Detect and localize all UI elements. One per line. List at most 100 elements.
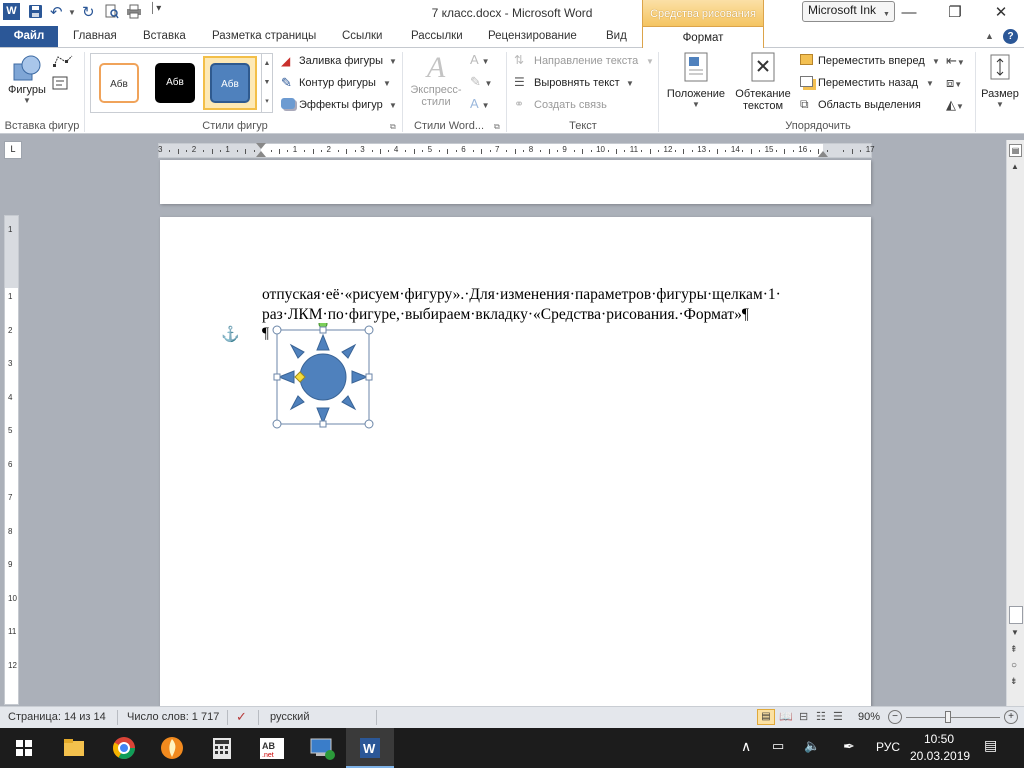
flame-app-icon[interactable] [148,728,196,768]
wrap-text-button[interactable]: Обтекание текстом [730,52,796,112]
tab-page-layout[interactable]: Разметка страницы [212,30,316,42]
rotate-objects-icon[interactable]: ◭▼ [946,97,964,113]
svg-text:AB: AB [262,741,275,751]
tab-home[interactable]: Главная [73,30,117,42]
separator [227,710,228,725]
calculator-icon[interactable] [198,728,246,768]
tab-mailings[interactable]: Рассылки [411,30,463,42]
vertical-scrollbar[interactable]: ▤ ▲ ▼ ⇞ ○ ⇟ [1006,140,1024,706]
tab-references[interactable]: Ссылки [342,30,383,42]
scroll-down-icon[interactable]: ▼ [1011,628,1019,637]
shape-style-blue[interactable]: Абв [210,63,250,103]
microsoft-ink-button[interactable]: Microsoft Ink [802,1,895,22]
position-button[interactable]: Положение ▼ [664,52,728,109]
wordart-a-icon: A [426,51,446,84]
restore-button[interactable]: ❐ [932,0,978,26]
next-page-icon[interactable]: ⇟ [1010,676,1018,687]
text-fill-icon[interactable]: A ▼ [470,52,490,67]
help-icon[interactable]: ? [1003,29,1018,44]
ruler-tick [245,148,247,154]
gallery-scroll[interactable]: ▲ ▼ ▾ [261,53,273,113]
previous-page-icon[interactable]: ⇞ [1010,644,1018,655]
input-language[interactable]: РУС [876,740,900,754]
zoom-level[interactable]: 90% [858,711,880,723]
shapes-button[interactable]: Фигуры ▼ [6,54,48,116]
ruler-tick [489,150,491,152]
align-objects-icon[interactable]: ⇤▼ [946,53,965,69]
paragraph-line-1[interactable]: отпуская·её·«рисуем·фигуру».·Для·изменен… [262,286,781,304]
first-line-indent-marker[interactable] [256,143,266,149]
shape-style-orange-outline[interactable]: Абв [99,63,139,103]
group-objects-icon[interactable]: ⧈▼ [946,75,962,91]
start-button[interactable] [0,728,48,768]
zoom-slider-thumb[interactable] [945,711,951,723]
separator [84,52,85,132]
wrap-text-label-2: текстом [742,100,784,112]
clock-time[interactable]: 10:50 [924,732,954,746]
draw-textbox-icon[interactable] [52,76,68,90]
chrome-icon[interactable] [100,728,148,768]
scroll-thumb[interactable] [1009,606,1023,624]
edit-shape-icon[interactable] [52,54,74,68]
tab-view[interactable]: Вид [606,30,627,42]
close-button[interactable]: ✕ [978,0,1024,26]
tab-selector[interactable]: L [4,141,22,159]
ruler-tick [169,150,171,152]
tab-format[interactable]: Формат [642,26,764,49]
draft-view-icon[interactable]: ☰ [833,710,843,723]
sun-shape[interactable] [272,323,374,435]
vertical-ruler[interactable]: 1 1 2 3 4 5 6 7 8 9 10 11 12 [4,215,19,705]
file-explorer-icon[interactable] [50,728,98,768]
outline-view-icon[interactable]: ☷ [816,710,826,723]
tab-review[interactable]: Рецензирование [488,30,577,42]
browse-object-icon[interactable]: ○ [1011,660,1017,671]
network-app-icon[interactable] [298,728,346,768]
minimize-button[interactable]: — [886,0,932,26]
vruler-number: 12 [8,660,17,670]
wordart-launcher-icon[interactable]: ⧉ [494,122,500,132]
left-indent-marker[interactable] [256,151,266,157]
ruler-tick [649,148,651,154]
page-current[interactable]: отпуская·её·«рисуем·фигуру».·Для·изменен… [160,217,871,717]
shape-styles-launcher-icon[interactable]: ⧉ [390,122,396,132]
show-hidden-icons[interactable]: ∧ [741,738,751,755]
word-count[interactable]: Число слов: 1 717 [127,711,219,723]
group-label-text: Текст [569,120,597,132]
minimize-ribbon-icon[interactable]: ▲ [985,31,994,41]
wordart-quick-styles-button[interactable]: A Экспресс- стили [408,51,464,109]
tab-insert[interactable]: Вставка [143,30,186,42]
zoom-slider-track[interactable] [906,717,1000,718]
print-layout-view-icon[interactable]: ▤ [757,709,775,725]
abbyy-net-icon[interactable]: AB .net [248,728,296,768]
view-ruler-toggle-icon[interactable]: ▤ [1009,144,1022,157]
ruler-tick [321,150,323,152]
notification-comment-icon[interactable]: ▭ [772,738,784,754]
zoom-out-icon[interactable]: − [888,710,902,724]
shape-styles-gallery[interactable]: Абв Абв Абв [90,53,262,113]
empty-paragraph-mark[interactable]: ¶ [262,325,269,343]
language-indicator[interactable]: русский [270,711,309,723]
horizontal-ruler[interactable]: 3 2 1 1 2 3 4 5 6 7 8 9 10 11 12 13 14 15 16 17 [158,143,875,158]
text-outline-icon[interactable]: ✎ ▼ [470,74,492,90]
size-button[interactable]: Размер ▼ [978,52,1022,109]
clock-date[interactable]: 20.03.2019 [910,749,970,763]
shape-style-black[interactable]: Абв [155,63,195,103]
text-effects-icon[interactable]: A ▼ [470,96,490,111]
page-count[interactable]: Страница: 14 из 14 [8,711,106,723]
right-indent-marker[interactable] [818,151,828,157]
zoom-in-icon[interactable]: + [1004,710,1018,724]
word-taskbar-icon[interactable]: W [346,728,394,768]
web-layout-icon[interactable]: ⊟ [799,710,808,723]
paragraph-line-2[interactable]: раз·ЛКМ·по·фигуре,·выбираем·вкладку·«Сре… [262,306,749,324]
pen-workspace-icon[interactable]: ✒ [843,738,855,755]
ruler-number: 15 [764,145,774,154]
spelling-check-icon[interactable]: ✓ [236,709,247,725]
tab-file[interactable]: Файл [0,26,58,47]
full-screen-reading-icon[interactable]: 📖 [779,710,793,723]
volume-icon[interactable]: 🔈 [804,738,820,754]
svg-text:W: W [363,741,376,756]
action-center-icon[interactable]: ▤ [984,737,997,754]
ruler-tick [177,148,179,154]
separator [258,710,259,725]
scroll-up-icon[interactable]: ▲ [1011,162,1019,171]
